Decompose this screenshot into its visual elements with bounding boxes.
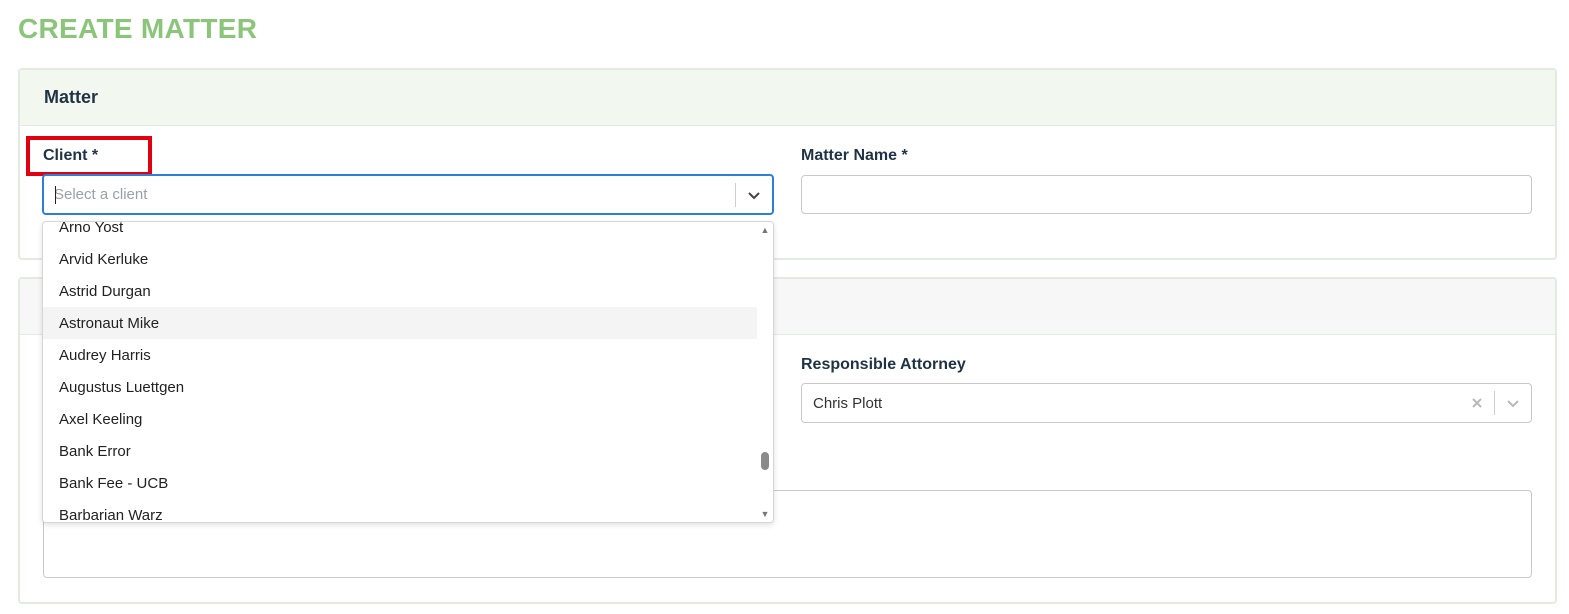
client-option[interactable]: Bank Error xyxy=(43,435,759,467)
client-select[interactable] xyxy=(42,174,774,215)
matter-name-input[interactable] xyxy=(801,175,1532,214)
scroll-up-icon[interactable]: ▲ xyxy=(760,225,770,235)
client-option[interactable]: Arvid Kerluke xyxy=(43,243,759,275)
client-option-list: Arno Yost Arvid Kerluke Astrid Durgan As… xyxy=(43,222,759,523)
responsible-attorney-value: Chris Plott xyxy=(813,394,883,412)
client-option[interactable]: Audrey Harris xyxy=(43,339,759,371)
client-option[interactable]: Augustus Luettgen xyxy=(43,371,759,403)
dropdown-scrollbar[interactable]: ▲ ▼ xyxy=(757,222,773,522)
client-option[interactable]: Astrid Durgan xyxy=(43,275,759,307)
client-dropdown-menu: Arno Yost Arvid Kerluke Astrid Durgan As… xyxy=(42,221,774,523)
matter-card-header: Matter xyxy=(20,70,1555,126)
client-label-highlight xyxy=(26,136,152,176)
chevron-down-icon[interactable] xyxy=(1495,384,1531,422)
page-title: CREATE MATTER xyxy=(18,13,258,44)
scroll-down-icon[interactable]: ▼ xyxy=(760,509,770,519)
client-option[interactable]: Bank Fee - UCB xyxy=(43,467,759,499)
chevron-down-icon[interactable] xyxy=(736,176,772,213)
client-search-input[interactable] xyxy=(44,176,735,213)
responsible-attorney-label: Responsible Attorney xyxy=(801,356,966,373)
responsible-attorney-select[interactable]: Chris Plott xyxy=(801,383,1532,423)
scrollbar-thumb[interactable] xyxy=(761,452,769,470)
text-caret xyxy=(55,186,56,204)
client-option[interactable]: Barbarian Warz xyxy=(43,499,759,523)
close-icon[interactable] xyxy=(1460,384,1494,422)
client-option-focused[interactable]: Astronaut Mike xyxy=(43,307,759,339)
client-option[interactable]: Axel Keeling xyxy=(43,403,759,435)
matter-name-label: Matter Name * xyxy=(801,147,908,164)
client-option[interactable]: Arno Yost xyxy=(43,222,759,243)
